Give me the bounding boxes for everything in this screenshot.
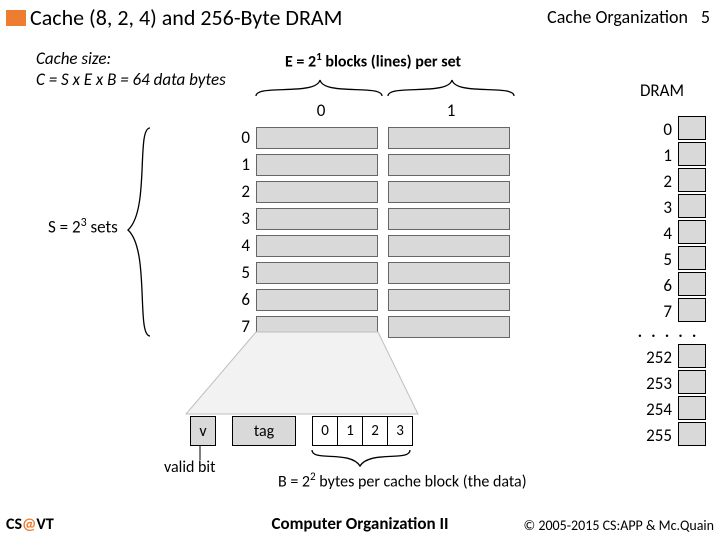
dram-cell (678, 370, 706, 394)
cache-line (256, 289, 378, 311)
dram-cell (678, 116, 706, 140)
dram-cell (678, 142, 706, 166)
cache-row: 5 (230, 259, 520, 286)
cache-line (256, 127, 378, 149)
column-headers: 0 1 (256, 100, 516, 121)
cache-line (388, 181, 510, 203)
cache-line (388, 289, 510, 311)
cache-row: 4 (230, 232, 520, 259)
dram-cell (678, 396, 706, 420)
dram-cell (678, 422, 706, 446)
dram-cell (678, 246, 706, 270)
slide: Cache (8, 2, 4) and 256-Byte DRAM Cache … (0, 0, 720, 540)
cache-row: 0 (230, 124, 520, 151)
dram-cell (678, 168, 706, 192)
cache-line (256, 316, 378, 338)
cache-line (256, 181, 378, 203)
section-title: Cache Organization (547, 6, 688, 28)
cache-line (256, 262, 378, 284)
header-marker (6, 10, 26, 26)
cache-line-detail: v tag 0 1 2 3 (190, 416, 413, 446)
tag-box: tag (232, 416, 296, 446)
dram-cell (678, 194, 706, 218)
cache-size-line2: C = S x E x B = 64 data bytes (36, 69, 226, 90)
byte-cell: 3 (387, 416, 413, 446)
cache-line (388, 127, 510, 149)
bytes-box: 0 1 2 3 (312, 416, 413, 446)
cache-sets: 0 1 2 3 4 5 6 7 (230, 124, 520, 340)
dram-ellipsis: . . . . . (636, 324, 700, 344)
col-header-1: 1 (386, 100, 516, 121)
cache-row: 7 (230, 313, 520, 340)
col-header-0: 0 (256, 100, 386, 121)
cache-line (388, 208, 510, 230)
cache-row: 1 (230, 151, 520, 178)
b-label: B = 22 bytes per cache block (the data) (278, 470, 527, 491)
cache-row: 3 (230, 205, 520, 232)
cache-line (388, 262, 510, 284)
cache-line (256, 208, 378, 230)
dram-column: 0 1 2 3 4 5 6 7 . . . . . 252 253 254 25… (636, 116, 706, 448)
cache-row: 2 (230, 178, 520, 205)
byte-cell: 0 (312, 416, 337, 446)
cache-line (256, 154, 378, 176)
s-label: S = 23 sets (48, 216, 118, 238)
footer-right: © 2005-2015 CS:APP & Mc.Quain (524, 517, 714, 534)
slide-title: Cache (8, 2, 4) and 256-Byte DRAM (30, 4, 342, 31)
byte-cell: 2 (362, 416, 387, 446)
byte-cell: 1 (337, 416, 362, 446)
valid-bit-box: v (190, 416, 216, 446)
cache-size-line1: Cache size: (36, 48, 226, 69)
valid-bit-label: valid bit (164, 458, 215, 477)
cache-line (388, 235, 510, 257)
cache-line (388, 316, 510, 338)
dram-cell (678, 220, 706, 244)
dram-cell (678, 272, 706, 296)
cache-size-text: Cache size: C = S x E x B = 64 data byte… (36, 48, 226, 91)
e-label: E = 21 blocks (lines) per set (285, 50, 461, 71)
dram-label: DRAM (640, 80, 684, 101)
cache-line (388, 154, 510, 176)
cache-row: 6 (230, 286, 520, 313)
page-number: 5 (701, 6, 710, 28)
cache-line (256, 235, 378, 257)
dram-cell (678, 344, 706, 368)
